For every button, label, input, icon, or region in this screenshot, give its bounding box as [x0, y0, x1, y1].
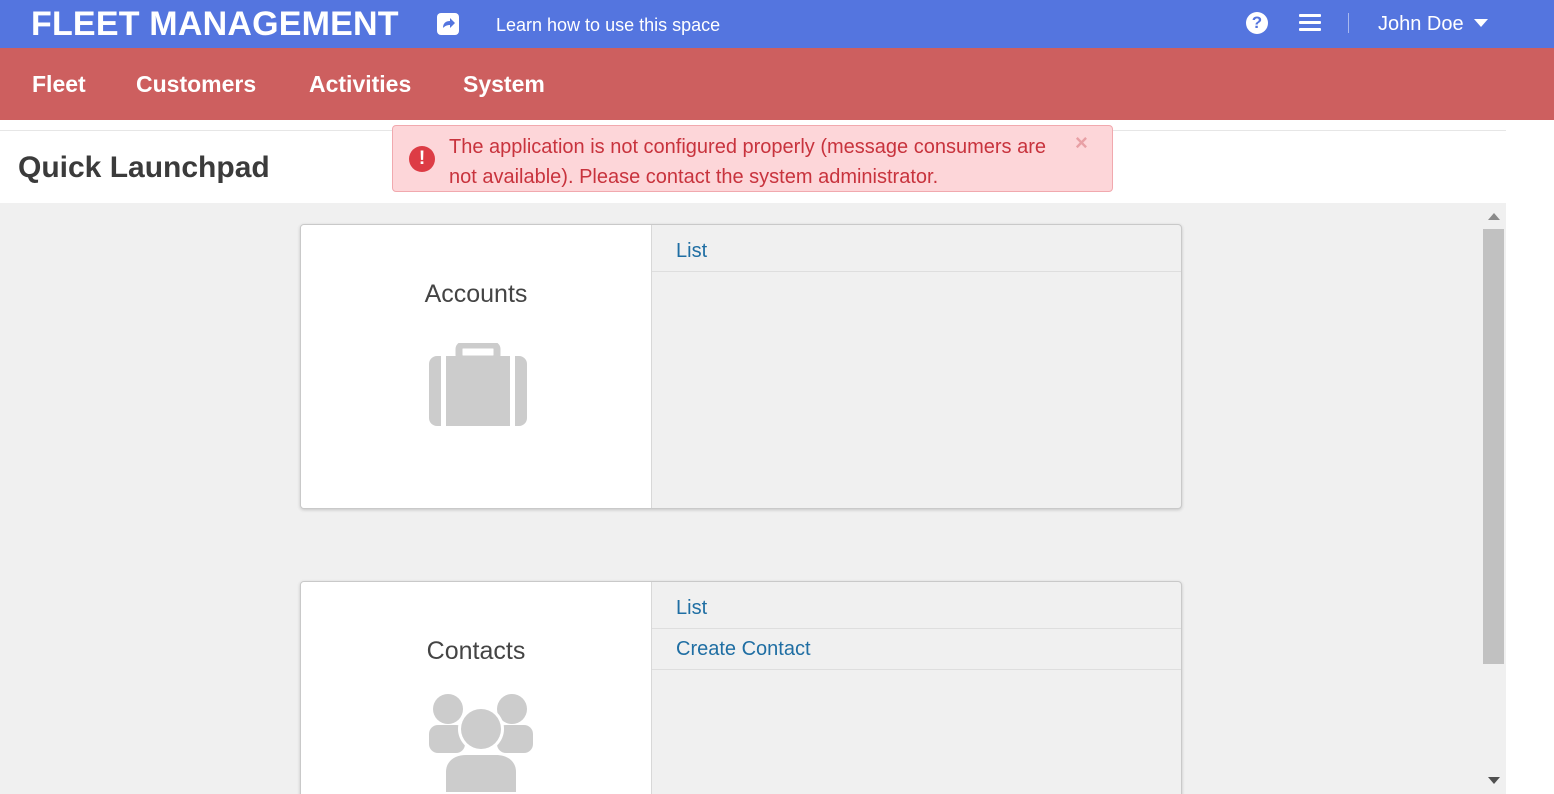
scroll-up-arrow-icon[interactable]: [1488, 213, 1500, 220]
app-title[interactable]: FLEET MANAGEMENT: [31, 4, 399, 44]
accounts-card-links: List: [652, 225, 1181, 272]
scroll-down-arrow-icon[interactable]: [1488, 777, 1500, 784]
nav-item-customers[interactable]: Customers: [136, 70, 256, 98]
hamburger-menu-icon[interactable]: [1299, 14, 1321, 32]
create-contact-link[interactable]: Create Contact: [652, 629, 1181, 670]
error-alert: ! The application is not configured prop…: [392, 125, 1113, 192]
scroll-thumb[interactable]: [1483, 229, 1504, 664]
external-link-icon[interactable]: [437, 13, 459, 35]
nav-item-system[interactable]: System: [463, 70, 545, 98]
exclamation-circle-icon: !: [409, 146, 435, 172]
nav-item-fleet[interactable]: Fleet: [32, 70, 86, 98]
nav-item-activities[interactable]: Activities: [309, 70, 411, 98]
accounts-card-title[interactable]: Accounts: [301, 279, 651, 309]
learn-how-link[interactable]: Learn how to use this space: [496, 14, 720, 36]
accounts-list-link[interactable]: List: [652, 225, 1181, 272]
contacts-card-title[interactable]: Contacts: [301, 636, 651, 666]
user-name: John Doe: [1378, 13, 1464, 35]
launchpad-content: Accounts List Contacts List Create Conta…: [0, 203, 1506, 794]
alert-message: The application is not configured proper…: [449, 136, 1046, 188]
page-title: Quick Launchpad: [18, 151, 270, 184]
header-divider: [1348, 13, 1349, 33]
accounts-card: Accounts List: [300, 224, 1182, 509]
briefcase-icon[interactable]: [429, 341, 527, 434]
contacts-list-link[interactable]: List: [652, 582, 1181, 629]
contacts-card: Contacts List Create Contact: [300, 581, 1182, 794]
accounts-card-left: Accounts: [301, 225, 652, 508]
help-icon[interactable]: ?: [1246, 12, 1268, 34]
vertical-scrollbar[interactable]: [1482, 203, 1506, 794]
top-header: FLEET MANAGEMENT Learn how to use this s…: [0, 0, 1554, 48]
contacts-card-left: Contacts: [301, 582, 652, 794]
close-icon[interactable]: ×: [1075, 130, 1088, 156]
main-nav: Fleet Customers Activities System: [0, 48, 1554, 120]
contacts-card-links: List Create Contact: [652, 582, 1181, 670]
caret-down-icon: [1473, 18, 1488, 27]
users-group-icon[interactable]: [428, 692, 534, 794]
user-menu[interactable]: John Doe: [1378, 12, 1488, 36]
